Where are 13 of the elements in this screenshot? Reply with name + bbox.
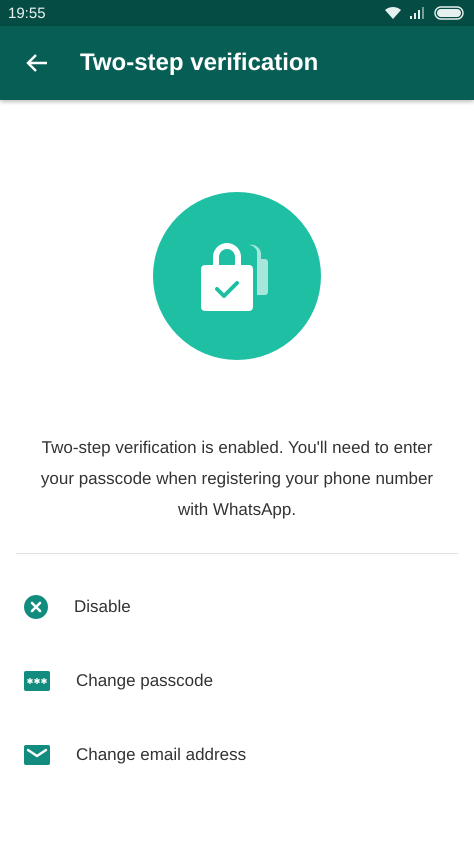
status-message: Two-step verification is enabled. You'll need to enter your passcode when registering your phone number with WhatsApp. [40,437,434,521]
envelope-icon [24,745,50,765]
back-arrow-icon [26,53,48,73]
screen-title: Two-step verification [80,49,318,77]
asterisks-icon [24,671,50,691]
wifi-icon [384,6,402,20]
status-time: 19:55 [8,4,46,22]
signal-icon [410,7,426,19]
option-item[interactable]: Change email address [0,718,474,792]
battery-icon [434,6,466,20]
option-item[interactable]: Change passcode [0,644,474,718]
close-circle-icon [24,595,48,619]
option-item[interactable]: Disable [0,570,474,644]
